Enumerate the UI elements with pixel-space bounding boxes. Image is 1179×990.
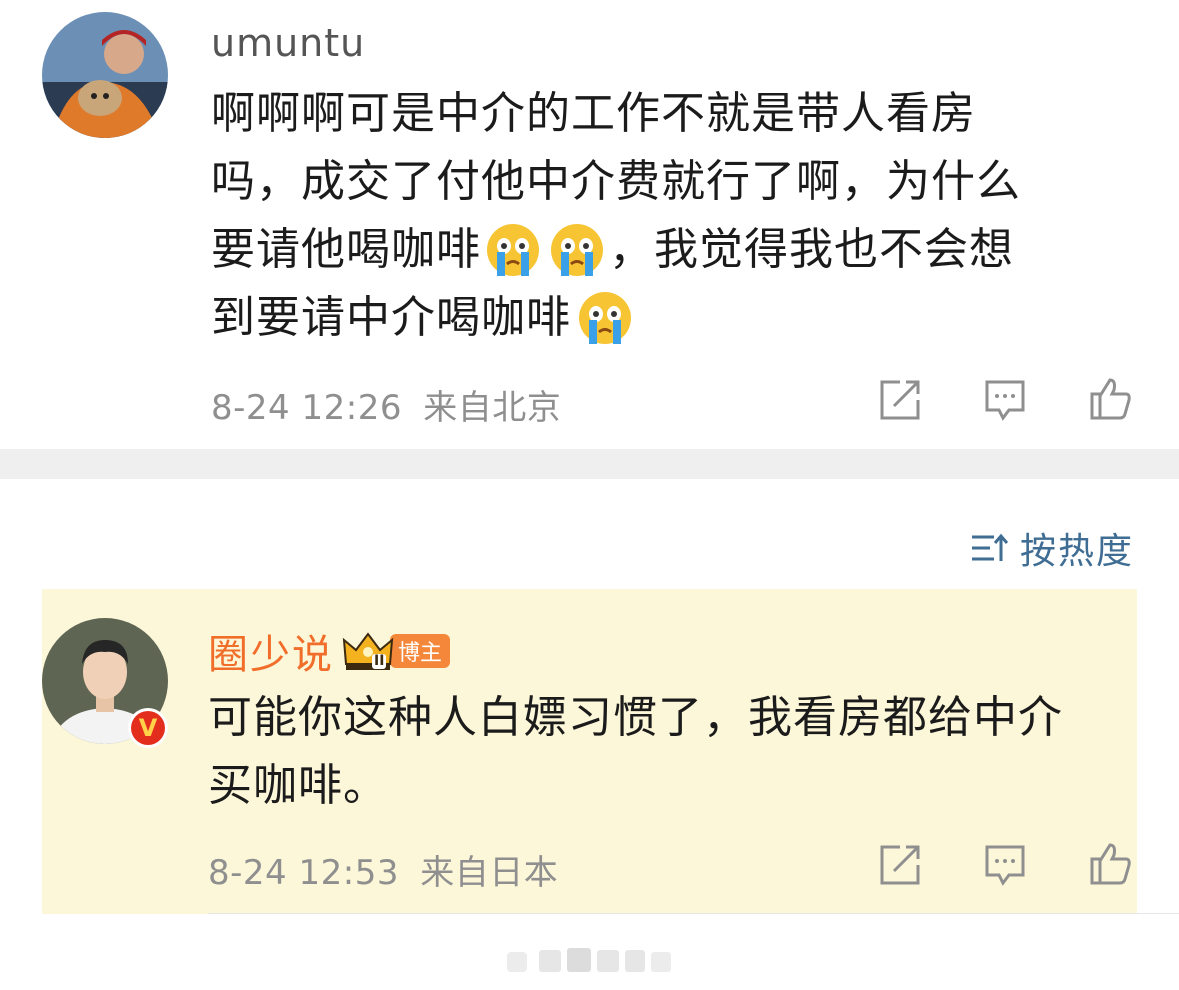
comment-line: 到要请中介喝咖啡 xyxy=(211,284,1131,352)
comment-meta: 8-24 12:26 来自北京 xyxy=(211,380,561,429)
comment-date: 8-24 12:26 xyxy=(211,388,402,428)
section-divider xyxy=(0,449,1179,479)
comment-line: 吗，成交了付他中介费就行了啊，为什么 xyxy=(211,156,1021,207)
reply-header: 圈少说 II 博主 xyxy=(208,622,451,680)
divider xyxy=(208,913,1179,914)
avatar-image xyxy=(42,12,168,138)
comment-location: 来自日本 xyxy=(420,853,559,893)
comment-text: 可能你这种人白嫖习惯了，我看房都给中介 买咖啡。 xyxy=(208,684,1148,820)
comment-meta: 8-24 12:53 来自日本 xyxy=(208,845,558,894)
comment-date: 8-24 12:53 xyxy=(208,853,399,893)
author-badge-label: 博主 xyxy=(390,634,451,668)
verified-badge: V xyxy=(128,708,168,748)
comment-line: 要请他喝咖啡 ，我觉得我也不会想 xyxy=(211,216,1131,284)
crown-icon: II xyxy=(342,630,394,672)
comment-line-segment: ，我觉得我也不会想 xyxy=(609,224,1014,275)
comment-icon[interactable] xyxy=(983,378,1027,422)
verified-v-icon: V xyxy=(131,711,165,745)
crying-face-icon xyxy=(549,222,605,278)
comment-line: 啊啊啊可是中介的工作不就是带人看房 xyxy=(211,88,976,139)
comment-icon[interactable] xyxy=(983,843,1027,887)
watermark-image xyxy=(507,948,671,972)
comment-username[interactable]: umuntu xyxy=(211,21,365,65)
share-icon[interactable] xyxy=(878,843,922,887)
comment-text: 啊啊啊可是中介的工作不就是带人看房 吗，成交了付他中介费就行了啊，为什么 要请他… xyxy=(211,80,1131,352)
comment-location: 来自北京 xyxy=(423,388,562,428)
comment-line-segment: 到要请中介喝咖啡 xyxy=(211,292,571,343)
avatar[interactable] xyxy=(42,12,168,138)
crying-face-icon xyxy=(577,290,633,346)
sort-label: 按热度 xyxy=(1019,531,1134,572)
comment-line: 买咖啡。 xyxy=(208,760,388,811)
share-icon[interactable] xyxy=(878,378,922,422)
crying-face-icon xyxy=(485,222,541,278)
like-icon[interactable] xyxy=(1088,841,1132,885)
author-badge: II 博主 xyxy=(342,630,451,672)
comment-line-segment: 要请他喝咖啡 xyxy=(211,224,481,275)
crown-level-label: II xyxy=(372,653,387,669)
comment-line: 可能你这种人白嫖习惯了，我看房都给中介 xyxy=(208,692,1063,743)
sort-icon xyxy=(971,533,1008,561)
sort-toggle[interactable]: 按热度 xyxy=(970,522,1134,574)
like-icon[interactable] xyxy=(1088,376,1132,420)
comment-username[interactable]: 圈少说 xyxy=(208,622,334,680)
